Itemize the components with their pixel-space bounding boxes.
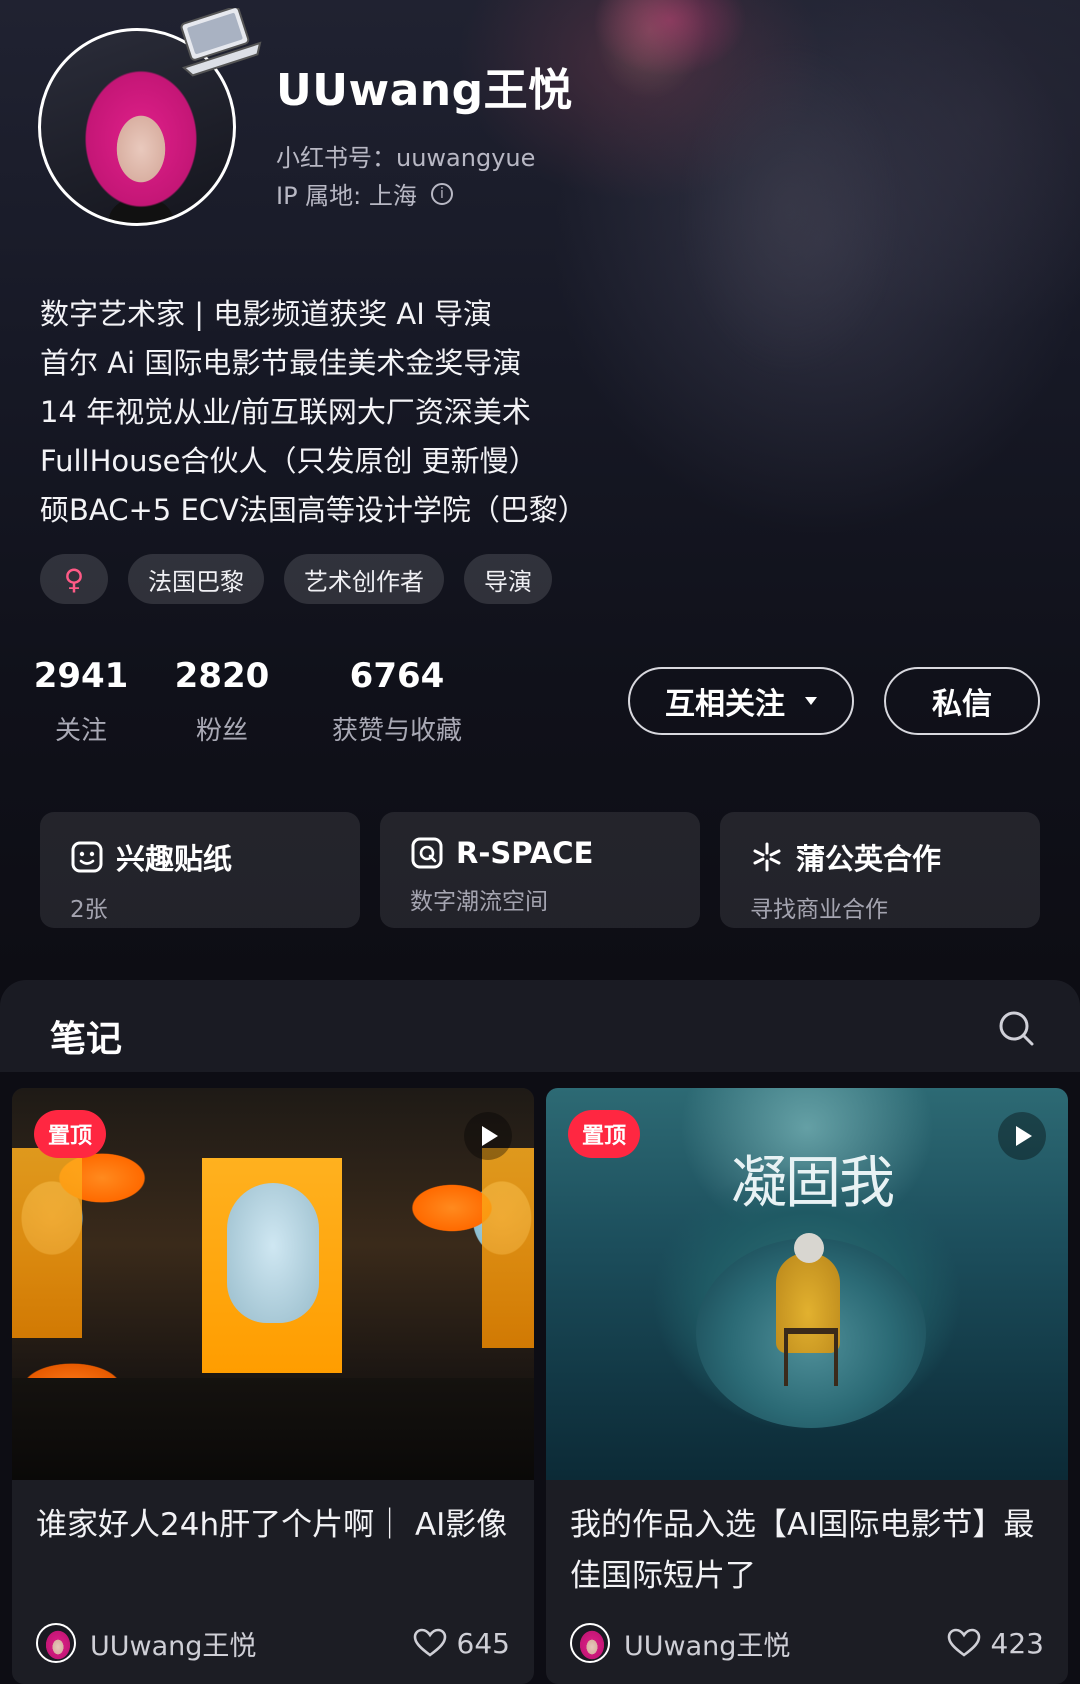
role-tag: 导演: [464, 554, 552, 604]
r-space-card-title: R-SPACE: [456, 836, 594, 870]
note-footer: UUwang王悦 423: [570, 1618, 1044, 1668]
dandelion-icon: [753, 842, 781, 872]
profile-tags: ♀ 法国巴黎 艺术创作者 导演: [40, 554, 552, 604]
notes-tab-bar: 笔记: [0, 980, 1080, 1072]
search-icon[interactable]: [996, 1008, 1036, 1048]
dandelion-card-title: 蒲公英合作: [796, 842, 942, 876]
like-count: 645: [456, 1626, 510, 1660]
profile-stats: 2941 关注 2820 粉丝 6764 获赞与收藏: [34, 656, 472, 747]
bio-line: 首尔 Ai 国际电影节最佳美术金奖导演: [40, 346, 522, 380]
follow-button-label: 互相关注: [665, 687, 785, 722]
note-card[interactable]: 置顶 谁家好人24h肝了个片啊｜ AI影像 UUwang王悦 645: [12, 1088, 534, 1684]
play-icon: [998, 1112, 1046, 1160]
author-name[interactable]: UUwang王悦: [624, 1624, 790, 1663]
followers-count: 2820: [174, 656, 270, 696]
ip-location-row: IP 属地: 上海 i: [276, 176, 453, 211]
author-name[interactable]: UUwang王悦: [90, 1624, 256, 1663]
sticker-card-sub: 2张: [70, 897, 108, 923]
likes-count: 6764: [349, 656, 445, 696]
sticker-face-icon: [71, 841, 103, 873]
profile-username: UUwang王悦: [276, 65, 573, 116]
sticker-card[interactable]: 兴趣贴纸 2张: [40, 812, 360, 928]
note-title[interactable]: 我的作品入选【AI国际电影节】最佳国际短片了: [546, 1480, 1068, 1614]
bio-line: 14 年视觉从业/前互联网大厂资深美术: [40, 395, 531, 429]
note-cover-image[interactable]: 置顶: [12, 1088, 534, 1480]
location-tag: 法国巴黎: [128, 554, 264, 604]
cover-detail: [794, 1233, 824, 1263]
message-button[interactable]: 私信: [884, 667, 1040, 735]
bio-line: FullHouse合伙人（只发原创 更新慢）: [40, 444, 538, 478]
r-space-card[interactable]: R-SPACE 数字潮流空间: [380, 812, 700, 928]
note-footer: UUwang王悦 645: [36, 1618, 510, 1668]
ip-location: IP 属地: 上海: [276, 182, 417, 210]
cover-detail: [12, 1378, 534, 1480]
red-id: 小红书号：uuwangyue: [276, 144, 536, 172]
likes-stat[interactable]: 6764 获赞与收藏: [322, 656, 472, 747]
author-avatar[interactable]: [570, 1623, 610, 1663]
avatar-container[interactable]: [38, 8, 262, 226]
header-artwork: [560, 0, 1020, 440]
mutual-follow-button[interactable]: 互相关注: [628, 667, 854, 735]
info-icon[interactable]: i: [430, 182, 453, 205]
note-title[interactable]: 谁家好人24h肝了个片啊｜ AI影像: [12, 1480, 534, 1614]
followers-label: 粉丝: [195, 716, 248, 746]
occupation-tag: 艺术创作者: [284, 554, 444, 604]
notes-section: 笔记 置顶 谁家好人24h肝了个片啊｜ AI影像 UUwang王悦 645 凝固…: [0, 980, 1080, 1684]
play-icon: [464, 1112, 512, 1160]
following-label: 关注: [54, 716, 107, 746]
cover-detail: [482, 1148, 534, 1348]
chevron-down-icon: [805, 697, 817, 705]
followers-stat[interactable]: 2820 粉丝: [172, 656, 272, 747]
like-count: 423: [990, 1626, 1044, 1660]
heart-icon: [413, 1628, 446, 1657]
dandelion-card[interactable]: 蒲公英合作 寻找商业合作: [720, 812, 1040, 928]
tab-notes[interactable]: 笔记: [50, 1010, 122, 1062]
laptop-sticker-icon: [180, 8, 262, 77]
pinned-badge: 置顶: [568, 1110, 641, 1158]
profile-bio: 数字艺术家 | 电影频道获奖 AI 导演 首尔 Ai 国际电影节最佳美术金奖导演…: [40, 290, 587, 535]
sticker-card-title: 兴趣贴纸: [116, 842, 233, 876]
feature-cards: 兴趣贴纸 2张 R-SPACE 数字潮流空间 蒲公英合作 寻找商业合作: [40, 812, 1040, 928]
likes-label: 获赞与收藏: [331, 716, 462, 746]
bio-line: 硕BAC+5 ECV法国高等设计学院（巴黎）: [40, 493, 587, 527]
cover-detail: [12, 1148, 82, 1338]
r-space-card-sub: 数字潮流空间: [410, 889, 548, 915]
poster-title: 凝固我: [731, 1151, 895, 1216]
like-button[interactable]: 645: [413, 1627, 510, 1660]
r-space-icon: [411, 837, 443, 869]
note-cover-image[interactable]: 凝固我 置顶: [546, 1088, 1068, 1480]
note-card[interactable]: 凝固我 置顶 我的作品入选【AI国际电影节】最佳国际短片了 UUwang王悦 4…: [546, 1088, 1068, 1684]
following-stat[interactable]: 2941 关注: [34, 656, 129, 747]
like-button[interactable]: 423: [947, 1627, 1044, 1660]
heart-icon: [947, 1628, 980, 1657]
cover-detail: [784, 1328, 838, 1386]
pinned-badge: 置顶: [34, 1110, 107, 1158]
cover-detail: [227, 1183, 319, 1323]
gender-tag: ♀: [40, 554, 108, 604]
dandelion-card-sub: 寻找商业合作: [750, 897, 888, 923]
following-count: 2941: [33, 656, 129, 696]
bio-line: 数字艺术家 | 电影频道获奖 AI 导演: [40, 297, 493, 331]
author-avatar[interactable]: [36, 1623, 76, 1663]
